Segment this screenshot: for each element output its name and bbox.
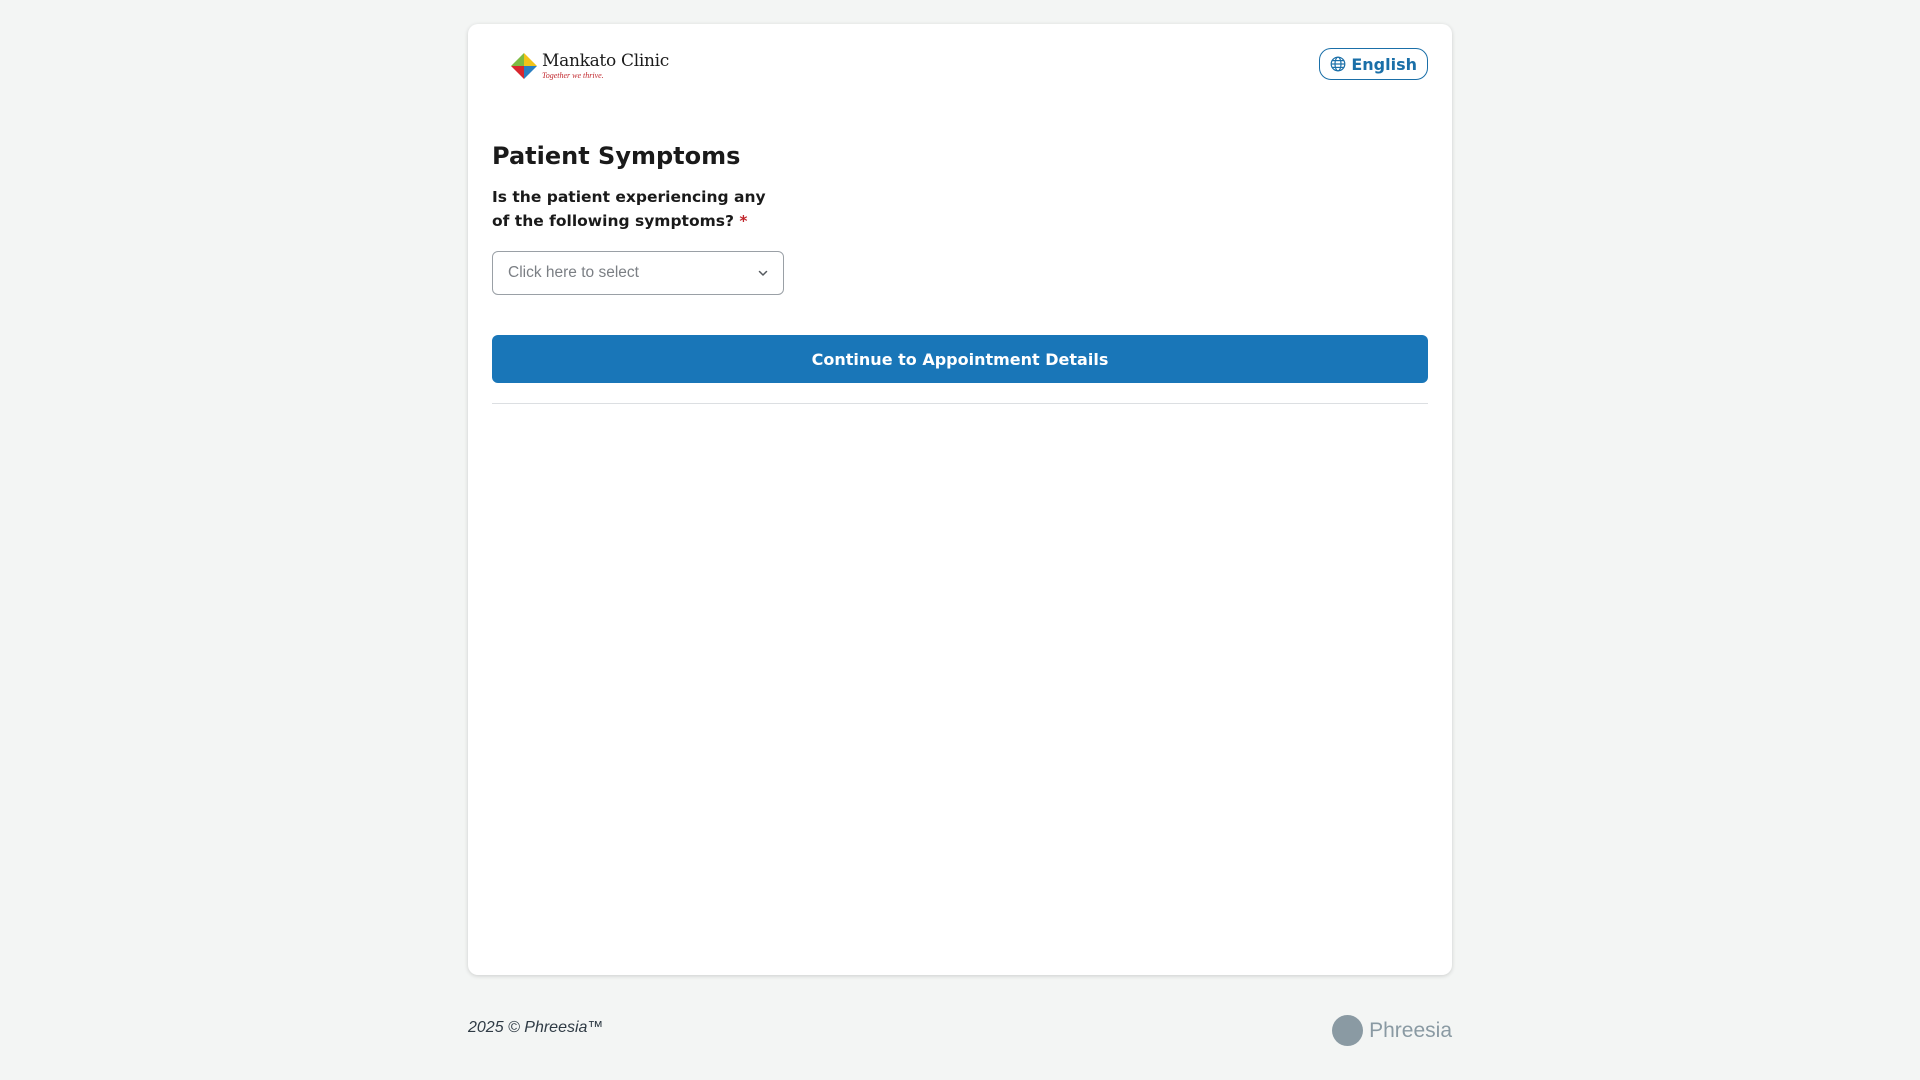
symptoms-select-placeholder: Click here to select <box>508 264 639 281</box>
symptoms-question-text: Is the patient experiencing any of the f… <box>492 188 766 230</box>
phreesia-logo-icon <box>1332 1015 1364 1046</box>
required-marker: * <box>739 212 748 230</box>
form-card: Mankato Clinic Together we thrive. Engli… <box>468 24 1452 975</box>
language-label: English <box>1351 54 1417 74</box>
phreesia-brand: Phreesia <box>1332 1015 1452 1046</box>
globe-icon <box>1330 56 1346 72</box>
symptoms-question: Is the patient experiencing any of the f… <box>492 185 782 233</box>
clinic-name: Mankato Clinic <box>542 50 669 71</box>
symptoms-select[interactable]: Click here to select <box>492 251 784 295</box>
clinic-logo-mark-icon <box>511 53 537 79</box>
chevron-down-icon <box>758 270 768 276</box>
clinic-tagline: Together we thrive. <box>542 70 604 80</box>
phreesia-brand-name: Phreesia <box>1369 1018 1452 1042</box>
page-title: Patient Symptoms <box>492 142 741 170</box>
divider <box>492 403 1428 404</box>
continue-button[interactable]: Continue to Appointment Details <box>492 335 1428 383</box>
footer-copyright: 2025 © Phreesia™ <box>468 1019 604 1036</box>
clinic-logo: Mankato Clinic Together we thrive. <box>510 52 669 80</box>
language-button[interactable]: English <box>1319 48 1428 80</box>
